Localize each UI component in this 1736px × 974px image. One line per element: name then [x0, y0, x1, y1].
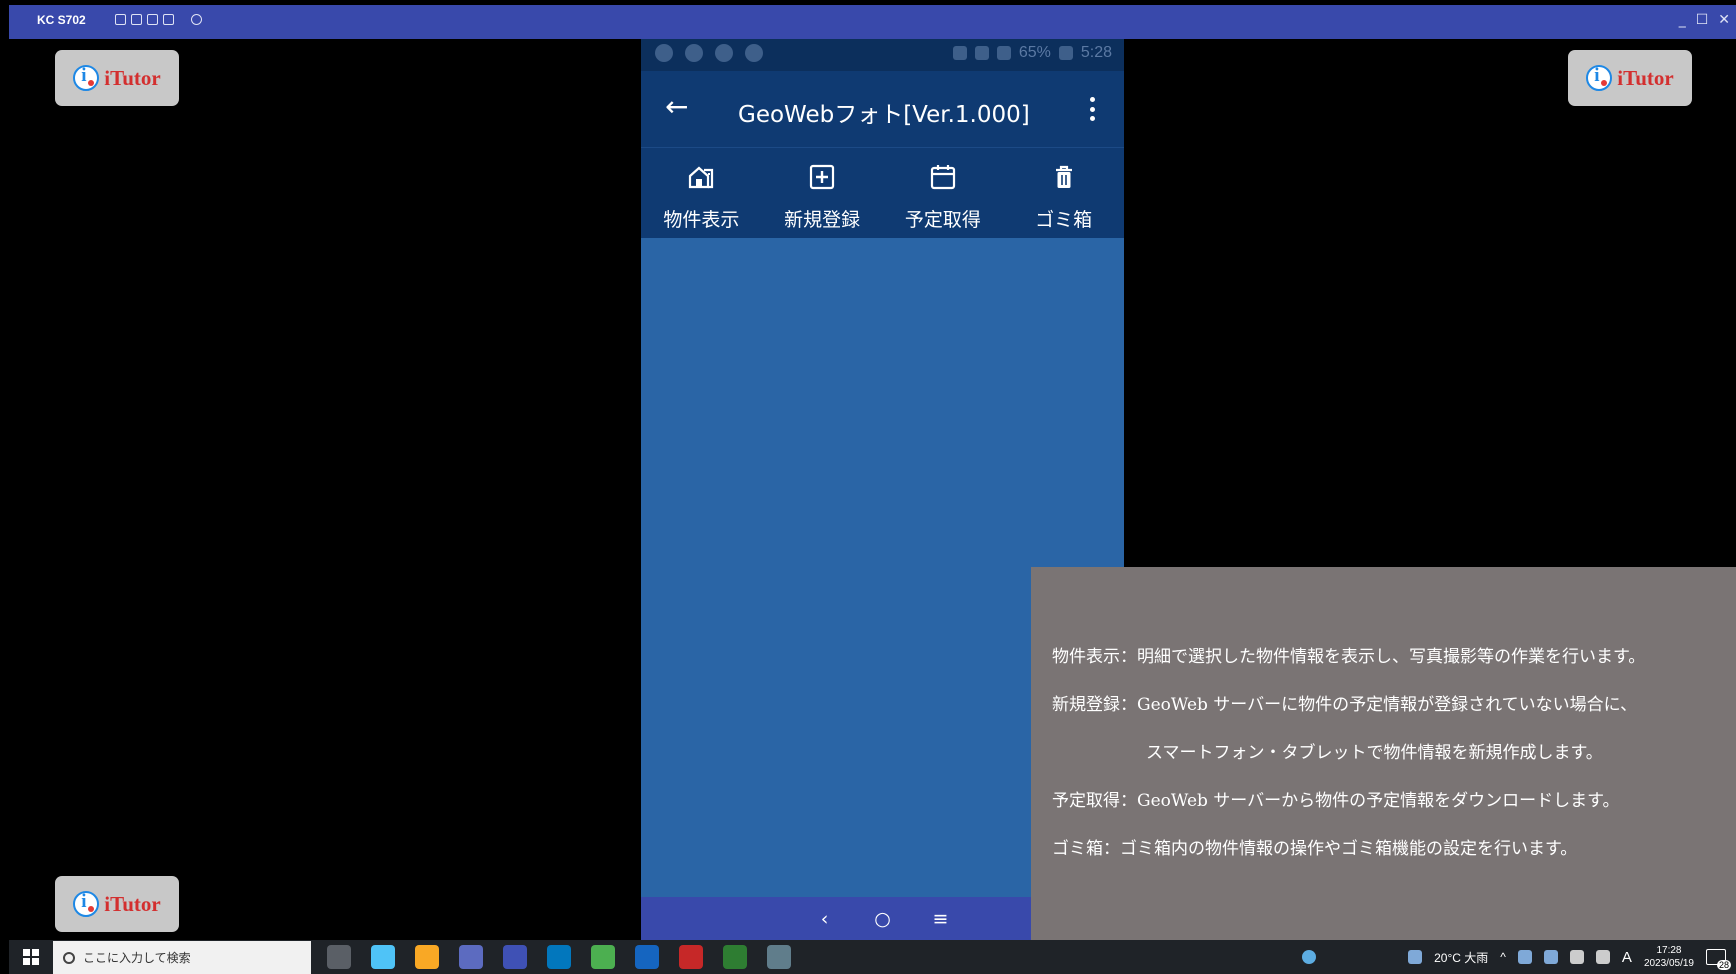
mirroring-app-icon[interactable] [767, 945, 791, 969]
app-title: GeoWebフォト[Ver.1.000] [738, 102, 1030, 128]
battery-level: 65% [1018, 44, 1051, 61]
bluetooth-icon [974, 46, 989, 60]
ime-indicator[interactable]: A [1622, 949, 1632, 966]
file-explorer-icon[interactable] [415, 945, 439, 969]
phone-status-bar: 65% 5:28 [641, 39, 1124, 71]
cloud-icon[interactable] [1543, 950, 1558, 964]
weather-text[interactable]: 20°C 大雨 [1434, 949, 1488, 966]
toolbar-label: 新規登録 [784, 209, 861, 231]
task-view-icon[interactable] [327, 945, 351, 969]
itutor-logo-icon [1586, 65, 1613, 91]
search-placeholder: ここに入力して検索 [83, 951, 191, 965]
notification-count: 28 [1716, 960, 1731, 970]
fullscreen-icon[interactable] [163, 14, 174, 25]
maximize-button[interactable]: ☐ [1696, 12, 1709, 28]
window-title: KC S702 [37, 13, 86, 27]
itutor-logo-top-right: iTutor [1568, 50, 1692, 106]
word-icon[interactable] [635, 945, 659, 969]
video-icon[interactable] [131, 14, 142, 25]
nav-menu-button[interactable]: ≡ [930, 908, 952, 930]
taskbar-search-box[interactable]: ここに入力して検索 [53, 941, 311, 974]
camera-icon[interactable] [115, 14, 126, 25]
chrome-icon[interactable] [591, 945, 615, 969]
notification-icon[interactable]: 28 [1706, 949, 1731, 970]
itutor-logo-top-left: iTutor [55, 50, 179, 106]
status-time: 5:28 [1080, 44, 1112, 61]
window-controls: _ ☐ ✕ [1679, 12, 1730, 28]
toolbar-label: 物件表示 [663, 209, 740, 231]
windows-start-icon[interactable] [23, 949, 39, 965]
windows-taskbar: ここに入力して検索 20°C 大雨 ^ A 17:28 2023/05/19 2… [9, 940, 1736, 974]
help-icon[interactable] [1302, 950, 1317, 964]
acrobat-icon[interactable] [679, 945, 703, 969]
window-title-bar: KC S702 _ ☐ ✕ [9, 5, 1736, 39]
keyboard-icon[interactable] [1595, 950, 1610, 964]
teams-icon[interactable] [459, 945, 483, 969]
itutor-logo-bottom-left: iTutor [55, 876, 179, 932]
weather-icon[interactable] [1408, 950, 1423, 964]
toolbar-property-view[interactable]: 物件表示 [641, 148, 762, 238]
minimize-button[interactable]: _ [1679, 12, 1686, 28]
nav-home-button[interactable]: ○ [872, 908, 894, 930]
excel-icon[interactable] [723, 945, 747, 969]
back-arrow-icon[interactable]: ← [665, 93, 688, 121]
clock-time: 17:28 [1656, 945, 1682, 956]
itutor-logo-text: iTutor [104, 65, 161, 90]
clock-date: 2023/05/19 [1643, 958, 1694, 969]
info-icon [685, 44, 703, 62]
taskbar-clock[interactable]: 17:28 2023/05/19 [1644, 944, 1694, 970]
more-vert-icon[interactable] [1090, 97, 1096, 121]
app-n-icon[interactable] [503, 945, 527, 969]
app-toolbar: 物件表示 新規登録 予定取得 ゴミ箱 [641, 147, 1124, 238]
calendar-icon [929, 163, 957, 191]
caption-line: 予定取得：GeoWeb サーバーから物件の予定情報をダウンロードします。 [1052, 791, 1620, 811]
house-icon [687, 163, 715, 191]
toolbar-new-register[interactable]: 新規登録 [762, 148, 883, 238]
edge-icon[interactable] [371, 945, 395, 969]
itutor-logo-text: iTutor [1617, 65, 1674, 90]
itutor-logo-icon [73, 891, 100, 917]
chevron-up-icon[interactable]: ^ [1500, 950, 1506, 964]
caption-line: ゴミ箱：ゴミ箱内の物件情報の操作やゴミ箱機能の設定を行います。 [1052, 839, 1578, 859]
app-bar: ← GeoWebフォト[Ver.1.000] [641, 71, 1124, 147]
play-store-icon [715, 44, 733, 62]
trash-icon [1050, 163, 1078, 191]
volume-mute-icon[interactable] [1569, 950, 1584, 964]
toolbar-label: ゴミ箱 [1035, 209, 1093, 231]
wrench-icon [745, 44, 763, 62]
location-icon [952, 46, 967, 60]
signal-icon [996, 46, 1011, 60]
onedrive-icon[interactable] [1517, 950, 1532, 964]
itutor-logo-text: iTutor [104, 891, 161, 916]
itutor-logo-icon [73, 65, 100, 91]
caption-line: 物件表示：明細で選択した物件情報を表示し、写真撮影等の作業を行います。 [1052, 647, 1646, 667]
title-bar-tools [115, 14, 202, 25]
gear-icon[interactable] [191, 14, 202, 25]
toolbar-trash[interactable]: ゴミ箱 [1003, 148, 1124, 238]
nav-back-button[interactable]: ‹ [814, 908, 836, 930]
headset-icon[interactable] [147, 14, 158, 25]
close-button[interactable]: ✕ [1718, 12, 1730, 28]
taskbar-apps [327, 945, 791, 969]
explanation-caption: 物件表示：明細で選択した物件情報を表示し、写真撮影等の作業を行います。 新規登録… [1031, 567, 1736, 940]
add-box-icon [808, 163, 836, 191]
toolbar-label: 予定取得 [904, 209, 981, 231]
search-icon [63, 951, 75, 964]
battery-icon [1058, 46, 1073, 60]
toolbar-schedule-fetch[interactable]: 予定取得 [883, 148, 1004, 238]
outlook-icon[interactable] [547, 945, 571, 969]
system-tray: 20°C 大雨 ^ A 17:28 2023/05/19 28 [1302, 940, 1731, 974]
caption-line: 新規登録：GeoWeb サーバーに物件の予定情報が登録されていない場合に、 [1052, 695, 1638, 715]
caption-line: スマートフォン・タブレットで物件情報を新規作成します。 [1146, 743, 1603, 763]
nfc-icon [655, 44, 673, 62]
